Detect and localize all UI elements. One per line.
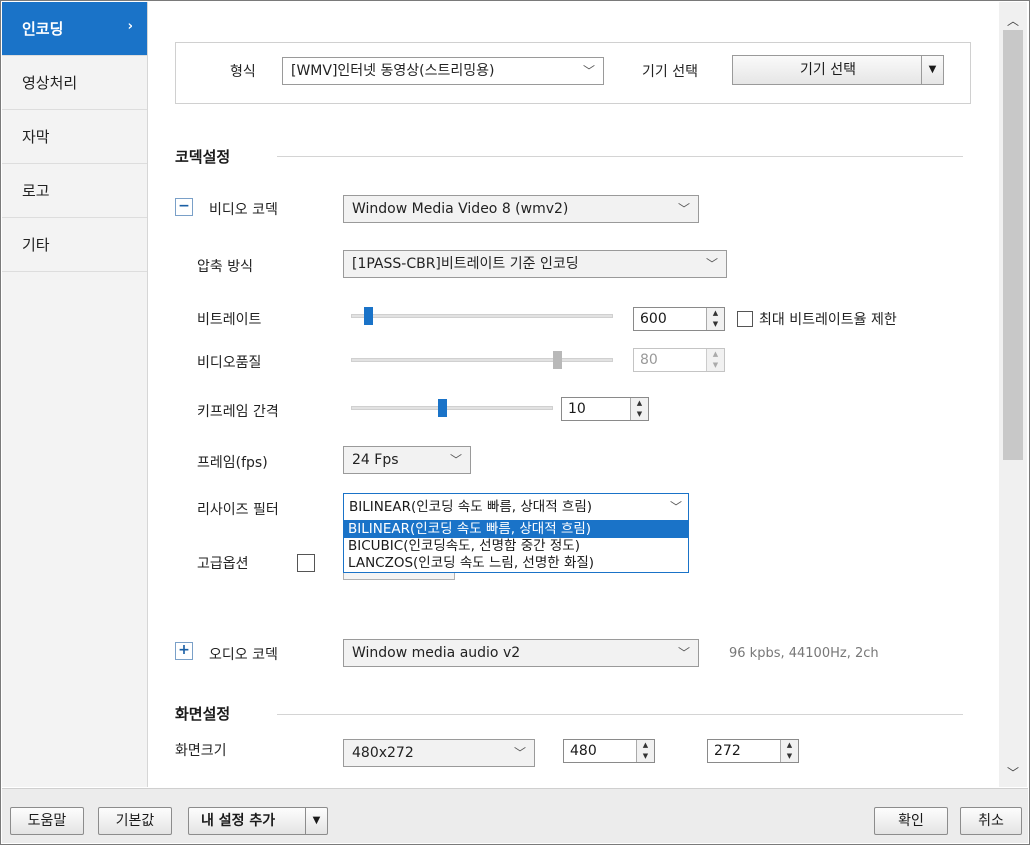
resize-filter-select[interactable]: BILINEAR(인코딩 속도 빠름, 상대적 흐림) ﹀ bbox=[343, 493, 689, 521]
audio-codec-label: 오디오 코덱 bbox=[209, 647, 278, 663]
quality-label: 비디오품질 bbox=[197, 355, 262, 371]
spin-arrows-icon: ▲ ▼ bbox=[706, 349, 724, 371]
main-panel: 형식 [WMV]인터넷 동영상(스트리밍용) ﹀ 기기 선택 기기 선택 ▼ 코… bbox=[149, 2, 999, 787]
resize-option-bilinear[interactable]: BILINEAR(인코딩 속도 빠름, 상대적 흐림) bbox=[344, 521, 688, 538]
default-button[interactable]: 기본값 bbox=[98, 807, 172, 835]
sidebar-item-label: 자막 bbox=[22, 128, 50, 146]
video-codec-select[interactable]: Window Media Video 8 (wmv2) ﹀ bbox=[343, 195, 699, 223]
resize-option-bicubic[interactable]: BICUBIC(인코딩속도, 선명함 중간 정도) bbox=[344, 538, 688, 555]
width-spinbox[interactable]: 480 ▲ ▼ bbox=[563, 739, 655, 763]
bottom-toolbar: 도움말 기본값 내 설정 추가 ▼ 확인 취소 bbox=[2, 788, 1028, 843]
audio-info: 96 kpbs, 44100Hz, 2ch bbox=[729, 646, 879, 661]
scroll-up-icon[interactable]: ︿ bbox=[1007, 12, 1019, 29]
advanced-option-label: 고급옵션 bbox=[197, 556, 249, 572]
sidebar-item-label: 로고 bbox=[22, 182, 50, 200]
quality-slider-track bbox=[351, 358, 613, 362]
scroll-down-icon[interactable]: ﹀ bbox=[1007, 764, 1019, 781]
format-select[interactable]: [WMV]인터넷 동영상(스트리밍용) ﹀ bbox=[282, 57, 604, 85]
collapse-icon[interactable]: − bbox=[175, 198, 193, 216]
compression-label: 압축 방식 bbox=[197, 259, 253, 275]
chevron-down-icon: ﹀ bbox=[669, 500, 682, 514]
bitrate-slider-thumb[interactable] bbox=[363, 307, 373, 325]
codec-section-title: 코덱설정 bbox=[175, 148, 231, 166]
resize-filter-dropdown: BILINEAR(인코딩 속도 빠름, 상대적 흐림) BICUBIC(인코딩속… bbox=[343, 520, 689, 573]
spin-arrows-icon[interactable]: ▲ ▼ bbox=[780, 740, 798, 762]
ok-button[interactable]: 확인 bbox=[874, 807, 948, 835]
screen-section-title: 화면설정 bbox=[175, 705, 231, 723]
fps-select[interactable]: 24 Fps ﹀ bbox=[343, 446, 471, 474]
spin-arrows-icon[interactable]: ▲ ▼ bbox=[706, 308, 724, 330]
dropdown-arrow-icon[interactable]: ▼ bbox=[305, 808, 327, 834]
compression-select[interactable]: [1PASS-CBR]비트레이트 기준 인코딩 ﹀ bbox=[343, 250, 727, 278]
advanced-option-checkbox[interactable] bbox=[297, 554, 315, 572]
quality-spinbox: 80 ▲ ▼ bbox=[633, 348, 725, 372]
max-bitrate-label: 최대 비트레이트율 제한 bbox=[759, 312, 897, 328]
chevron-down-icon: ﹀ bbox=[705, 257, 718, 271]
keyframe-spinbox[interactable]: 10 ▲ ▼ bbox=[561, 397, 649, 421]
sidebar: 인코딩 › 영상처리 자막 로고 기타 bbox=[2, 2, 148, 787]
expand-icon[interactable]: + bbox=[175, 642, 193, 660]
format-label: 형식 bbox=[230, 64, 256, 80]
cancel-button[interactable]: 취소 bbox=[960, 807, 1022, 835]
video-codec-label: 비디오 코덱 bbox=[209, 202, 278, 218]
chevron-down-icon: ﹀ bbox=[582, 64, 595, 78]
add-my-setting-button[interactable]: 내 설정 추가 ▼ bbox=[188, 807, 328, 835]
chevron-down-icon: ﹀ bbox=[513, 746, 526, 760]
format-row: 형식 [WMV]인터넷 동영상(스트리밍용) ﹀ 기기 선택 기기 선택 ▼ bbox=[175, 42, 971, 104]
max-bitrate-checkbox[interactable] bbox=[737, 311, 753, 327]
sidebar-item-label: 인코딩 bbox=[22, 20, 64, 38]
height-spinbox[interactable]: 272 ▲ ▼ bbox=[707, 739, 799, 763]
section-divider bbox=[277, 714, 963, 715]
fps-label: 프레임(fps) bbox=[197, 455, 268, 471]
audio-codec-select[interactable]: Window media audio v2 ﹀ bbox=[343, 639, 699, 667]
spin-arrows-icon[interactable]: ▲ ▼ bbox=[636, 740, 654, 762]
keyframe-slider-track[interactable] bbox=[351, 406, 553, 410]
sidebar-item-label: 영상처리 bbox=[22, 74, 78, 92]
section-divider bbox=[277, 156, 963, 157]
help-button[interactable]: 도움말 bbox=[10, 807, 84, 835]
chevron-down-icon: ﹀ bbox=[677, 646, 690, 660]
bitrate-label: 비트레이트 bbox=[197, 312, 262, 328]
spin-arrows-icon[interactable]: ▲ ▼ bbox=[630, 398, 648, 420]
resize-filter-label: 리사이즈 필터 bbox=[197, 502, 279, 518]
bitrate-spinbox[interactable]: 600 ▲ ▼ bbox=[633, 307, 725, 331]
sidebar-item-video-processing[interactable]: 영상처리 bbox=[2, 56, 147, 110]
dropdown-arrow-icon[interactable]: ▼ bbox=[921, 56, 943, 84]
sidebar-item-encoding[interactable]: 인코딩 › bbox=[2, 2, 147, 56]
keyframe-slider-thumb[interactable] bbox=[437, 399, 447, 417]
device-label: 기기 선택 bbox=[642, 64, 698, 80]
screen-size-select[interactable]: 480x272 ﹀ bbox=[343, 739, 535, 767]
sidebar-item-logo[interactable]: 로고 bbox=[2, 164, 147, 218]
sidebar-item-label: 기타 bbox=[22, 236, 50, 254]
chevron-down-icon: ﹀ bbox=[677, 202, 690, 216]
chevron-right-icon: › bbox=[127, 19, 133, 34]
quality-slider-thumb bbox=[553, 351, 563, 369]
screen-size-label: 화면크기 bbox=[175, 743, 227, 759]
sidebar-item-etc[interactable]: 기타 bbox=[2, 218, 147, 272]
device-select-button[interactable]: 기기 선택 ▼ bbox=[732, 55, 944, 85]
vertical-scrollbar[interactable]: ︿ ﹀ bbox=[999, 2, 1027, 787]
chevron-down-icon: ﹀ bbox=[449, 453, 462, 467]
scrollbar-thumb[interactable] bbox=[1003, 30, 1023, 460]
bitrate-slider-track[interactable] bbox=[351, 314, 613, 318]
sidebar-item-subtitle[interactable]: 자막 bbox=[2, 110, 147, 164]
keyframe-label: 키프레임 간격 bbox=[197, 404, 279, 420]
resize-option-lanczos[interactable]: LANCZOS(인코딩 속도 느림, 선명한 화질) bbox=[344, 555, 688, 572]
